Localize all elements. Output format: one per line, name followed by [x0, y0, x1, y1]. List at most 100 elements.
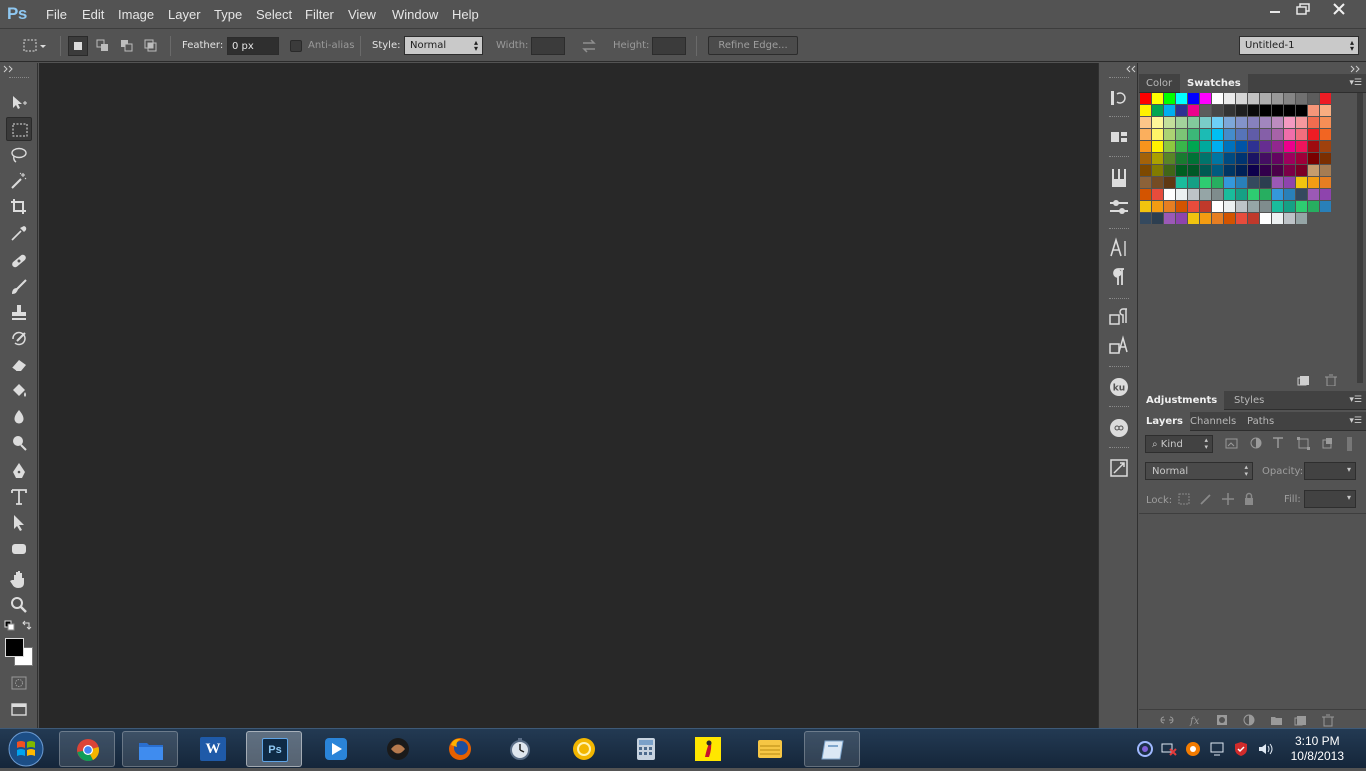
swatch[interactable]: [1284, 201, 1295, 212]
swatch[interactable]: [1308, 93, 1319, 104]
extension-panel-button[interactable]: [1107, 417, 1131, 439]
swatch[interactable]: [1236, 201, 1247, 212]
swatch[interactable]: [1164, 141, 1175, 152]
taskbar-explorer[interactable]: [122, 731, 178, 767]
document-canvas[interactable]: [39, 63, 1098, 728]
swatch[interactable]: [1164, 105, 1175, 116]
swatch[interactable]: [1200, 117, 1211, 128]
swatch[interactable]: [1284, 165, 1295, 176]
swatch[interactable]: [1212, 201, 1223, 212]
swatch[interactable]: [1200, 129, 1211, 140]
swatch[interactable]: [1296, 189, 1307, 200]
taskbar-photoshop[interactable]: Ps: [246, 731, 302, 767]
swatch[interactable]: [1272, 141, 1283, 152]
swatch[interactable]: [1248, 177, 1259, 188]
menu-edit[interactable]: Edit: [82, 7, 104, 22]
swatch[interactable]: [1272, 129, 1283, 140]
layers-footer-icons[interactable]: fx: [1159, 713, 1359, 727]
close-button[interactable]: [1317, 0, 1361, 19]
swatch[interactable]: [1284, 93, 1295, 104]
measurement-panel-button[interactable]: [1107, 457, 1131, 479]
swap-dimensions-button[interactable]: [580, 38, 598, 54]
swatch[interactable]: [1308, 177, 1319, 188]
menu-type[interactable]: Type: [214, 7, 242, 22]
swatch[interactable]: [1320, 177, 1331, 188]
tab-channels[interactable]: Channels: [1183, 412, 1243, 431]
foreground-color-swatch[interactable]: [5, 638, 24, 657]
swatch[interactable]: [1284, 189, 1295, 200]
swatch[interactable]: [1260, 129, 1271, 140]
shield-icon[interactable]: [1233, 741, 1249, 757]
swatch[interactable]: [1296, 213, 1307, 224]
swatch[interactable]: [1224, 129, 1235, 140]
swatch[interactable]: [1212, 105, 1223, 116]
expand-arrows-icon[interactable]: [1124, 65, 1136, 73]
swatch[interactable]: [1272, 117, 1283, 128]
panel-menu-icon[interactable]: ▾☰: [1349, 416, 1362, 426]
hand-tool[interactable]: [6, 567, 32, 591]
refine-edge-button[interactable]: Refine Edge...: [708, 36, 798, 55]
swatch[interactable]: [1248, 93, 1259, 104]
swatch[interactable]: [1140, 177, 1151, 188]
swatch[interactable]: [1248, 129, 1259, 140]
swatch[interactable]: [1236, 189, 1247, 200]
menu-select[interactable]: Select: [256, 7, 292, 22]
dodge-tool[interactable]: [6, 431, 32, 455]
taskbar-yellow-app[interactable]: [680, 731, 736, 767]
swatch[interactable]: [1164, 177, 1175, 188]
menu-window[interactable]: Window: [392, 7, 438, 22]
tab-color[interactable]: Color: [1139, 74, 1179, 93]
paragraph-styles-button[interactable]: [1107, 306, 1131, 328]
swatch[interactable]: [1212, 165, 1223, 176]
swatch[interactable]: [1140, 165, 1151, 176]
swatch[interactable]: [1236, 177, 1247, 188]
swatch[interactable]: [1224, 141, 1235, 152]
swatch[interactable]: [1200, 153, 1211, 164]
swatch[interactable]: [1176, 105, 1187, 116]
swatch[interactable]: [1308, 165, 1319, 176]
swatch[interactable]: [1284, 105, 1295, 116]
swatch[interactable]: [1164, 165, 1175, 176]
swatch[interactable]: [1296, 177, 1307, 188]
network-error-icon[interactable]: [1161, 741, 1177, 757]
swatch[interactable]: [1296, 129, 1307, 140]
swatch[interactable]: [1236, 105, 1247, 116]
swatch[interactable]: [1308, 153, 1319, 164]
swatch[interactable]: [1152, 129, 1163, 140]
swatch[interactable]: [1140, 189, 1151, 200]
swatch[interactable]: [1200, 165, 1211, 176]
panel-menu-icon[interactable]: ▾☰: [1349, 78, 1362, 88]
swatch[interactable]: [1188, 213, 1199, 224]
magic-wand-tool[interactable]: [6, 169, 32, 193]
fill-input[interactable]: ▾: [1304, 490, 1356, 508]
swap-colors-icon[interactable]: [21, 620, 33, 632]
blend-mode-select[interactable]: Normal ▴ ▾: [1145, 462, 1253, 480]
swatch[interactable]: [1188, 165, 1199, 176]
swatch[interactable]: [1296, 93, 1307, 104]
swatch[interactable]: [1176, 93, 1187, 104]
history-panel-button[interactable]: [1107, 87, 1131, 109]
swatch[interactable]: [1272, 153, 1283, 164]
collapse-panels-icon[interactable]: [1350, 65, 1362, 73]
minimize-button[interactable]: [1261, 0, 1289, 19]
swatch[interactable]: [1176, 165, 1187, 176]
swatch[interactable]: [1284, 153, 1295, 164]
swatch[interactable]: [1260, 213, 1271, 224]
swatch[interactable]: [1320, 141, 1331, 152]
swatch[interactable]: [1260, 93, 1271, 104]
brush-tool[interactable]: [6, 275, 32, 299]
swatch[interactable]: [1248, 189, 1259, 200]
taskbar-word[interactable]: W: [185, 731, 241, 767]
swatch[interactable]: [1164, 201, 1175, 212]
swatch[interactable]: [1320, 93, 1331, 104]
swatch[interactable]: [1212, 129, 1223, 140]
swatch[interactable]: [1188, 93, 1199, 104]
swatch[interactable]: [1224, 201, 1235, 212]
swatch[interactable]: [1248, 141, 1259, 152]
swatch[interactable]: [1308, 129, 1319, 140]
swatch[interactable]: [1296, 105, 1307, 116]
swatch[interactable]: [1200, 93, 1211, 104]
paint-bucket-tool[interactable]: [6, 379, 32, 403]
swatch[interactable]: [1260, 165, 1271, 176]
swatch[interactable]: [1152, 177, 1163, 188]
